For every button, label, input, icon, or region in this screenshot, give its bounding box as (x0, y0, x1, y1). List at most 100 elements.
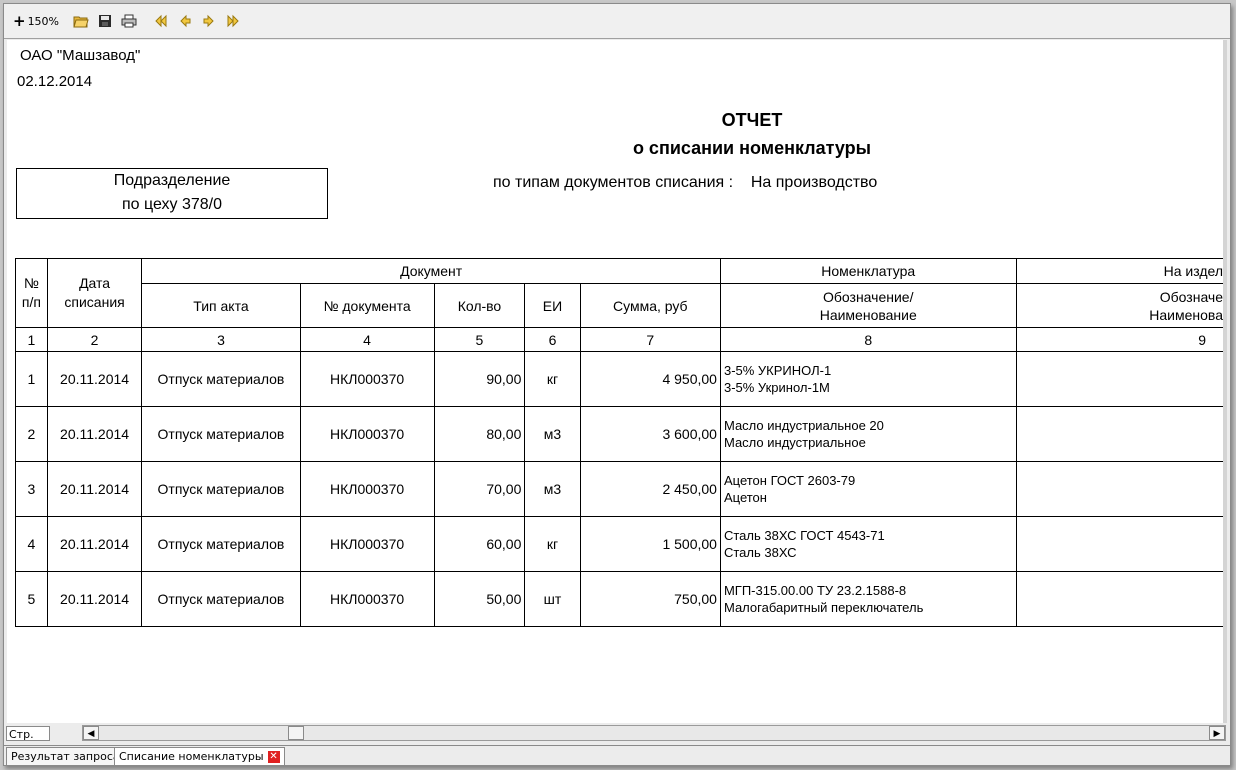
print-icon[interactable] (120, 12, 138, 30)
row-unit: кг (524, 516, 581, 572)
header-document: Документ (141, 258, 721, 284)
header-designation: Обозначение/Наименование (719, 283, 1017, 328)
nomenclature-designation: 3-5% УКРИНОЛ-1 (723, 363, 832, 378)
nomenclature-name: Масло индустриальное (723, 435, 866, 450)
row-sum: 750,00 (579, 571, 721, 627)
nomenclature-name: Ацетон (723, 490, 767, 505)
row-product (1015, 461, 1227, 517)
row-act-type: Отпуск материалов (141, 351, 301, 407)
nomenclature-designation: Сталь 38ХС ГОСТ 4543-71 (723, 528, 885, 543)
header-product: На издел (1015, 258, 1227, 284)
row-quantity: 60,00 (433, 516, 526, 572)
row-product (1015, 351, 1227, 407)
row-sum: 2 450,00 (579, 461, 721, 517)
header-quantity: Кол-во (433, 283, 526, 328)
row-unit: м3 (524, 461, 581, 517)
column-number-row: 1 2 3 4 5 6 7 8 9 (15, 327, 1227, 352)
row-unit: кг (524, 351, 581, 407)
document-type-value: На производство (750, 174, 878, 191)
last-page-icon[interactable] (224, 12, 242, 30)
page-indicator: Стр. 1/1 (6, 726, 50, 756)
row-doc-number: НКЛ000370 (299, 461, 435, 517)
header-number: № п/п (15, 258, 48, 328)
prev-page-icon[interactable] (176, 12, 194, 30)
col-num-9: 9 (1015, 327, 1227, 352)
report-subtitle: о списании номенклатуры (632, 138, 872, 158)
horizontal-scrollbar[interactable]: ◀ ▶ (82, 725, 1226, 741)
tab-query-result[interactable]: Результат запроса (6, 747, 125, 765)
scroll-right-arrow-icon[interactable]: ▶ (1209, 726, 1225, 740)
tab-label: Результат запроса (11, 750, 120, 763)
col-num-6: 6 (524, 327, 581, 352)
row-act-type: Отпуск материалов (141, 516, 301, 572)
header-nomenclature: Номенклатура (719, 258, 1017, 284)
tab-nomenclature-writeoff[interactable]: Списание номенклатуры ✕ (114, 747, 285, 765)
col-num-2: 2 (46, 327, 143, 352)
report-title: ОТЧЕТ (721, 110, 783, 130)
tab-label: Списание номенклатуры (119, 750, 264, 763)
next-page-icon[interactable] (200, 12, 218, 30)
scroll-thumb[interactable] (288, 726, 304, 740)
row-act-type: Отпуск материалов (141, 406, 301, 462)
save-icon[interactable] (96, 12, 114, 30)
vertical-scrollbar[interactable] (1223, 40, 1227, 723)
zoom-icon: + (12, 12, 26, 30)
report-page: ОАО "Машзавод" 02.12.2014 ОТЧЕТ о списан… (7, 40, 1227, 723)
row-nomenclature: Ацетон ГОСТ 2603-79 Ацетон (719, 461, 1017, 517)
report-date: 02.12.2014 (17, 73, 93, 90)
department-value: по цеху 378/0 (121, 196, 223, 213)
row-product (1015, 516, 1227, 572)
nomenclature-name: 3-5% Укринол-1М (723, 380, 830, 395)
first-page-icon[interactable] (152, 12, 170, 30)
row-doc-number: НКЛ000370 (299, 406, 435, 462)
status-bar: Стр. 1/1 ◀ ▶ (4, 723, 1230, 756)
table-row: 5 20.11.2014 Отпуск материалов НКЛ000370 50,… (15, 571, 1227, 627)
table-row: 4 20.11.2014 Отпуск материалов НКЛ000370 60,… (15, 516, 1227, 572)
toolbar: +150% (4, 4, 1230, 39)
window-tabs: Результат запроса Списание номенклатуры ✕ (4, 745, 1230, 765)
row-nomenclature: 3-5% УКРИНОЛ-1 3-5% Укринол-1М (719, 351, 1017, 407)
row-act-type: Отпуск материалов (141, 461, 301, 517)
header-date: Дата списания (46, 258, 143, 328)
row-number: 5 (15, 571, 48, 627)
row-quantity: 80,00 (433, 406, 526, 462)
report-table: № п/п Дата списания Документ Номенклатура … (15, 258, 1227, 627)
table-row: 3 20.11.2014 Отпуск материалов НКЛ000370 70,… (15, 461, 1227, 517)
organization-name: ОАО "Машзавод" (20, 47, 141, 64)
row-doc-number: НКЛ000370 (299, 516, 435, 572)
zoom-button[interactable]: +150% (10, 12, 62, 30)
nomenclature-designation: Ацетон ГОСТ 2603-79 (723, 473, 856, 488)
table-row: 1 20.11.2014 Отпуск материалов НКЛ000370 90,… (15, 351, 1227, 407)
row-date: 20.11.2014 (46, 571, 143, 627)
col-num-5: 5 (433, 327, 526, 352)
col-num-4: 4 (299, 327, 435, 352)
row-act-type: Отпуск материалов (141, 571, 301, 627)
row-doc-number: НКЛ000370 (299, 571, 435, 627)
row-sum: 4 950,00 (579, 351, 721, 407)
col-num-3: 3 (141, 327, 301, 352)
row-quantity: 90,00 (433, 351, 526, 407)
department-box: Подразделение по цеху 378/0 (16, 168, 328, 219)
department-label: Подразделение (113, 172, 231, 189)
row-date: 20.11.2014 (46, 461, 143, 517)
scroll-left-arrow-icon[interactable]: ◀ (83, 726, 99, 740)
row-doc-number: НКЛ000370 (299, 351, 435, 407)
close-icon[interactable]: ✕ (267, 751, 280, 763)
open-folder-icon[interactable] (72, 12, 90, 30)
row-number: 1 (15, 351, 48, 407)
header-sum: Сумма, руб (579, 283, 721, 328)
row-quantity: 70,00 (433, 461, 526, 517)
zoom-level: 150% (27, 14, 60, 28)
row-sum: 1 500,00 (579, 516, 721, 572)
header-product-designation: Обозначе Наименова (1015, 283, 1227, 328)
row-number: 4 (15, 516, 48, 572)
nomenclature-name: Сталь 38ХС (723, 545, 797, 560)
report-window: +150% ОАО "Машзавод" 02.12.2014 ОТЧЕТ о … (3, 3, 1231, 766)
row-unit: м3 (524, 406, 581, 462)
row-product (1015, 406, 1227, 462)
row-unit: шт (524, 571, 581, 627)
row-nomenclature: Сталь 38ХС ГОСТ 4543-71 Сталь 38ХС (719, 516, 1017, 572)
nomenclature-name: Малогабаритный переключатель (723, 600, 924, 615)
document-type-filter: по типам документов списания : На произв… (493, 174, 877, 192)
col-num-1: 1 (15, 327, 48, 352)
